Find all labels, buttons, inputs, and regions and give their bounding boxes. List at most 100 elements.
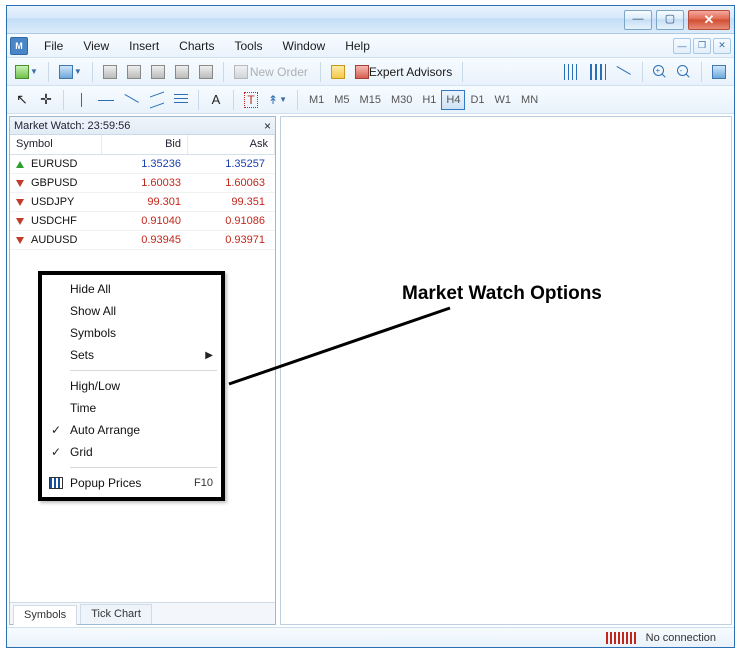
zoom-out-button[interactable]: -: [673, 61, 695, 83]
tab-symbols[interactable]: Symbols: [13, 605, 77, 625]
meta-editor-button[interactable]: [327, 61, 349, 83]
timeframe-m5[interactable]: M5: [329, 90, 354, 110]
ctx-sets[interactable]: Sets▶: [42, 344, 221, 366]
ctx-grid[interactable]: Grid: [42, 441, 221, 463]
ctx-show-all[interactable]: Show All: [42, 300, 221, 322]
timeframe-m1[interactable]: M1: [304, 90, 329, 110]
channel-button[interactable]: [146, 89, 168, 111]
data-window-toggle[interactable]: [123, 61, 145, 83]
zoom-out-icon: -: [677, 65, 691, 79]
timeframe-w1[interactable]: W1: [490, 90, 517, 110]
vertical-line-button[interactable]: [70, 89, 92, 111]
mdi-close-icon: ✕: [718, 40, 726, 51]
horizontal-line-icon: [98, 93, 114, 107]
timeframe-m30[interactable]: M30: [386, 90, 417, 110]
expert-advisors-button[interactable]: Expert Advisors: [351, 61, 456, 83]
trendline-button[interactable]: [120, 89, 144, 111]
expert-advisors-label: Expert Advisors: [369, 65, 452, 79]
tab-tick-chart[interactable]: Tick Chart: [80, 604, 152, 624]
ctx-symbols[interactable]: Symbols: [42, 322, 221, 344]
timeframe-mn[interactable]: MN: [516, 90, 543, 110]
menu-charts[interactable]: Charts: [169, 36, 224, 56]
navigator-toggle[interactable]: [147, 61, 169, 83]
crosshair-icon: ✛: [40, 91, 52, 108]
menu-window[interactable]: Window: [273, 36, 336, 56]
menu-help[interactable]: Help: [335, 36, 380, 56]
column-bid[interactable]: Bid: [102, 135, 188, 154]
tester-toggle[interactable]: [195, 61, 217, 83]
close-button[interactable]: ✕: [688, 10, 730, 30]
mdi-close-button[interactable]: ✕: [713, 38, 731, 54]
bar-chart-button[interactable]: [560, 61, 584, 83]
new-chart-button[interactable]: ▼: [11, 61, 42, 83]
chart-area[interactable]: [280, 116, 732, 625]
market-watch-toggle[interactable]: [99, 61, 121, 83]
timeframe-m15[interactable]: M15: [355, 90, 386, 110]
terminal-toggle[interactable]: [171, 61, 193, 83]
direction-icon: [13, 237, 27, 244]
text-icon: A: [212, 92, 221, 107]
menu-view[interactable]: View: [73, 36, 119, 56]
navigator-icon: [151, 65, 165, 79]
timeframe-h1[interactable]: H1: [417, 90, 441, 110]
market-watch-titlebar: Market Watch: 23:59:56 ×: [10, 117, 275, 135]
direction-icon: [13, 180, 27, 187]
menu-file[interactable]: File: [34, 36, 73, 56]
ctx-hide-all[interactable]: Hide All: [42, 278, 221, 300]
market-watch-row[interactable]: USDCHF0.910400.91086: [10, 212, 275, 231]
cursor-button[interactable]: ↖: [11, 89, 33, 111]
ctx-popup-prices[interactable]: Popup PricesF10: [42, 472, 221, 494]
mdi-restore-icon: ❐: [698, 40, 706, 51]
separator: [233, 90, 234, 110]
bid-cell: 0.93945: [101, 234, 187, 246]
app-icon: M: [10, 37, 28, 55]
arrows-button[interactable]: ↟▼: [264, 89, 291, 111]
horizontal-line-button[interactable]: [94, 89, 118, 111]
timeframe-d1[interactable]: D1: [465, 90, 489, 110]
profiles-button[interactable]: ▼: [55, 61, 86, 83]
ctx-auto-arrange[interactable]: Auto Arrange: [42, 419, 221, 441]
text-label-icon: T: [244, 92, 257, 108]
market-watch-close-button[interactable]: ×: [264, 119, 271, 133]
tile-windows-button[interactable]: [708, 61, 730, 83]
market-watch-row[interactable]: USDJPY99.30199.351: [10, 193, 275, 212]
menu-tools[interactable]: Tools: [225, 36, 273, 56]
fibonacci-button[interactable]: [170, 89, 192, 111]
separator: [320, 62, 321, 82]
separator: [462, 62, 463, 82]
market-watch-row[interactable]: EURUSD1.352361.35257: [10, 155, 275, 174]
minimize-button[interactable]: —: [624, 10, 652, 30]
zoom-in-button[interactable]: +: [649, 61, 671, 83]
column-symbol[interactable]: Symbol: [10, 135, 102, 154]
column-ask[interactable]: Ask: [188, 135, 275, 154]
plus-icon: [15, 65, 29, 79]
annotation-label: Market Watch Options: [402, 283, 602, 305]
new-order-button[interactable]: New Order: [230, 61, 314, 83]
check-icon: [42, 423, 70, 437]
ctx-accelerator: F10: [194, 477, 213, 489]
direction-icon: [13, 218, 27, 225]
menu-insert[interactable]: Insert: [119, 36, 169, 56]
new-order-label: New Order: [248, 65, 310, 79]
market-watch-row[interactable]: AUDUSD0.939450.93971: [10, 231, 275, 250]
candlestick-button[interactable]: [586, 61, 610, 83]
symbol-cell: AUDUSD: [27, 234, 101, 246]
market-watch-row[interactable]: GBPUSD1.600331.60063: [10, 174, 275, 193]
maximize-button[interactable]: ▢: [656, 10, 684, 30]
ask-cell: 0.91086: [187, 215, 275, 227]
context-separator: [70, 370, 217, 371]
market-watch-tabs: Symbols Tick Chart: [10, 602, 275, 624]
text-label-button[interactable]: T: [240, 89, 262, 111]
titlebar: — ▢ ✕: [7, 6, 734, 34]
crosshair-button[interactable]: ✛: [35, 89, 57, 111]
text-button[interactable]: A: [205, 89, 227, 111]
arrows-icon: ↟: [268, 93, 278, 107]
ctx-high-low[interactable]: High/Low: [42, 375, 221, 397]
mdi-minimize-button[interactable]: —: [673, 38, 691, 54]
mdi-restore-button[interactable]: ❐: [693, 38, 711, 54]
timeframe-h4[interactable]: H4: [441, 90, 465, 110]
ask-cell: 1.35257: [187, 158, 275, 170]
line-chart-button[interactable]: [612, 61, 636, 83]
connection-status-text: No connection: [646, 632, 716, 644]
ctx-time[interactable]: Time: [42, 397, 221, 419]
